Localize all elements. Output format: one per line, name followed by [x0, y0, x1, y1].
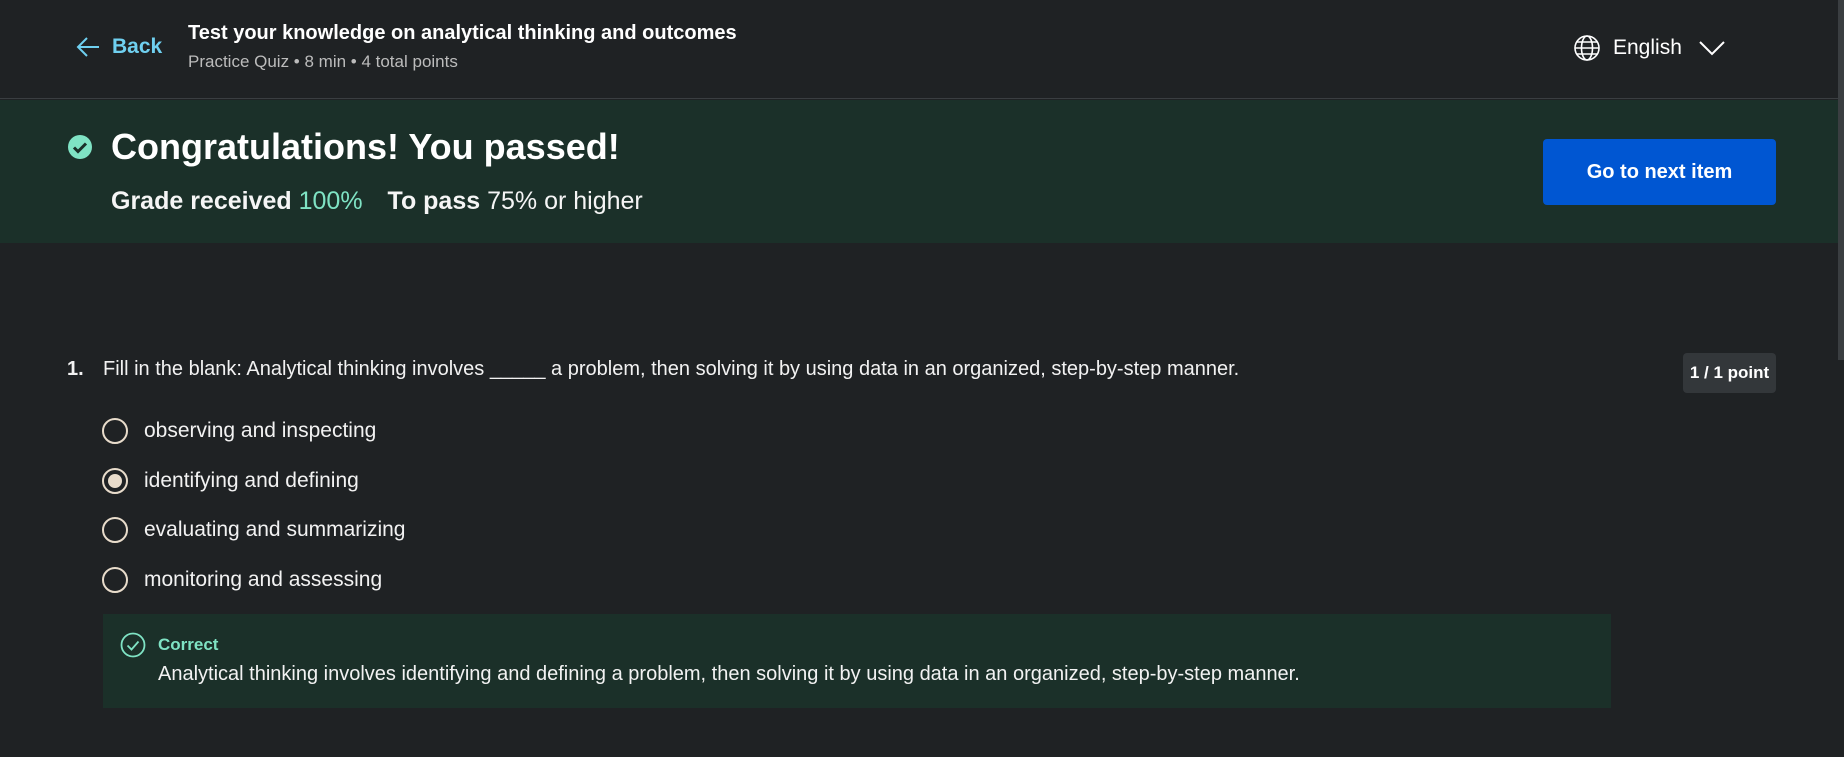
option-label: identifying and defining	[144, 469, 359, 492]
language-selector[interactable]: English	[1573, 34, 1726, 62]
grade-label: Grade received	[111, 187, 292, 215]
radio-button[interactable]	[102, 517, 128, 543]
quiz-title: Test your knowledge on analytical thinki…	[188, 22, 737, 44]
pass-label: To pass	[387, 187, 481, 215]
answer-option[interactable]: evaluating and summarizing	[102, 517, 405, 543]
grade-value: 100%	[298, 187, 363, 215]
radio-button-selected[interactable]	[102, 468, 128, 494]
answer-option[interactable]: identifying and defining	[102, 468, 359, 494]
arrow-left-icon	[76, 37, 99, 57]
feedback-status: Correct	[158, 635, 219, 654]
option-label: monitoring and assessing	[144, 568, 383, 591]
chevron-down-icon	[1699, 41, 1725, 56]
radio-button[interactable]	[102, 567, 128, 593]
language-label: English	[1613, 36, 1682, 59]
pass-heading: Congratulations! You passed!	[111, 126, 620, 167]
feedback-box: Correct Analytical thinking involves ide…	[103, 614, 1611, 708]
answer-option[interactable]: observing and inspecting	[102, 418, 376, 444]
quiz-header: Back Test your knowledge on analytical t…	[0, 0, 1844, 99]
radio-button[interactable]	[102, 418, 128, 444]
feedback-text: Analytical thinking involves identifying…	[158, 663, 1300, 685]
grade-line: Grade received 100% To pass 75% or highe…	[111, 187, 643, 216]
quiz-meta: Practice Quiz • 8 min • 4 total points	[188, 52, 458, 71]
scrollbar[interactable]	[1838, 0, 1844, 360]
back-button[interactable]: Back	[74, 33, 162, 61]
question-text: Fill in the blank: Analytical thinking i…	[103, 358, 1240, 380]
check-circle-icon	[120, 632, 146, 658]
back-label: Back	[112, 35, 163, 58]
next-item-button[interactable]: Go to next item	[1543, 139, 1776, 205]
question-number: 1.	[67, 358, 84, 380]
check-circle-icon	[68, 135, 92, 159]
option-label: evaluating and summarizing	[144, 518, 406, 541]
option-label: observing and inspecting	[144, 419, 377, 442]
title-block: Test your knowledge on analytical thinki…	[188, 22, 737, 72]
answer-option[interactable]: monitoring and assessing	[102, 567, 382, 593]
points-badge: 1 / 1 point	[1683, 353, 1776, 393]
pass-value: 75% or higher	[487, 187, 643, 215]
globe-icon	[1574, 35, 1600, 61]
